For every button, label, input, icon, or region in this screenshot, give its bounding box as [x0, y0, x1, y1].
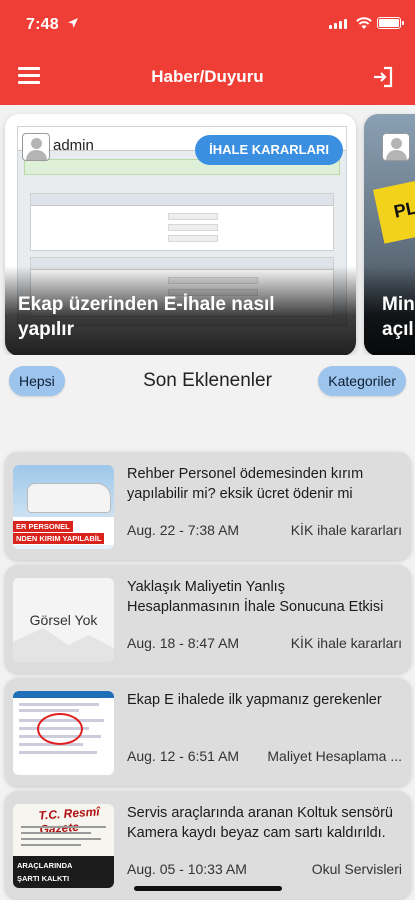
avatar — [22, 133, 50, 161]
item-date: Aug. 05 - 10:33 AM — [127, 861, 247, 877]
thumbnail-caption: ŞARTI KALKTI — [17, 874, 70, 883]
no-image-placeholder: Görsel Yok — [13, 578, 114, 662]
list-item[interactable]: ER PERSONEL NDEN KIRIM YAPILABİL Rehber … — [5, 452, 411, 560]
category-badge[interactable]: İHALE KARARLARI — [195, 135, 343, 165]
item-title: Yaklaşık Maliyetin Yanlış Hesaplanmasını… — [127, 579, 384, 615]
featured-carousel[interactable]: admin İHALE KARARLARI Ekap üzerinden E-İ… — [0, 105, 415, 355]
status-bar: 7:48 — [0, 0, 415, 50]
thumbnail-caption: ARAÇLARINDA — [17, 861, 73, 870]
item-date: Aug. 18 - 8:47 AM — [127, 635, 240, 651]
item-title: Servis araçlarında aranan Koltuk sensörü… — [127, 805, 393, 841]
item-thumbnail: ER PERSONEL NDEN KIRIM YAPILABİL — [13, 465, 114, 549]
section-header: Hepsi Son Eklenenler Kategoriler — [0, 366, 415, 398]
item-title: Rehber Personel ödemesinden kırım yapıla… — [127, 466, 364, 502]
list-item[interactable]: T.C. Resmî Gazete ARAÇLARINDA ŞARTI KALK… — [5, 791, 411, 899]
item-date: Aug. 12 - 6:51 AM — [127, 748, 240, 764]
page-title: Haber/Duyuru — [151, 67, 264, 86]
list-item[interactable]: Görsel Yok Yaklaşık Maliyetin Yanlış Hes… — [5, 565, 411, 673]
card-title: Min açıl — [382, 292, 415, 342]
item-title: Ekap E ihalede ilk yapmanız gerekenler — [127, 692, 382, 708]
item-thumbnail — [13, 691, 114, 775]
wifi-icon — [356, 17, 372, 29]
location-arrow-icon — [68, 18, 78, 28]
item-date: Aug. 22 - 7:38 AM — [127, 522, 240, 538]
item-category: KİK ihale kararları — [290, 522, 402, 538]
card-title-line: Min — [382, 294, 415, 315]
card-title-line: Ekap üzerinden E-İhale nasıl — [18, 294, 275, 315]
cellular-signal-icon — [329, 19, 347, 29]
card-author: admin — [53, 137, 94, 154]
featured-card-next[interactable]: PL Min açıl — [364, 114, 415, 355]
logout-icon[interactable] — [371, 65, 395, 89]
item-thumbnail: T.C. Resmî Gazete ARAÇLARINDA ŞARTI KALK… — [13, 804, 114, 888]
categories-button[interactable]: Kategoriler — [318, 366, 406, 396]
card-title: Ekap üzerinden E-İhale nasıl yapılır — [18, 292, 275, 342]
status-time: 7:48 — [26, 16, 59, 33]
thumbnail-caption: NDEN KIRIM YAPILABİL — [13, 533, 105, 544]
no-image-label: Görsel Yok — [29, 612, 98, 628]
item-category: Okul Servisleri — [311, 861, 402, 877]
item-category: KİK ihale kararları — [290, 635, 402, 651]
card-title-line: açıl — [382, 319, 414, 340]
app-bar: Haber/Duyuru — [0, 50, 415, 105]
home-indicator[interactable] — [134, 886, 282, 891]
card-title-line: yapılır — [18, 319, 74, 340]
list-item[interactable]: Ekap E ihalede ilk yapmanız gerekenler A… — [5, 678, 411, 786]
item-category: Maliyet Hesaplama ... — [267, 748, 402, 764]
battery-icon — [377, 17, 404, 29]
featured-card[interactable]: admin İHALE KARARLARI Ekap üzerinden E-İ… — [5, 114, 356, 355]
thumbnail-caption: ER PERSONEL — [13, 521, 73, 532]
avatar — [382, 133, 410, 161]
